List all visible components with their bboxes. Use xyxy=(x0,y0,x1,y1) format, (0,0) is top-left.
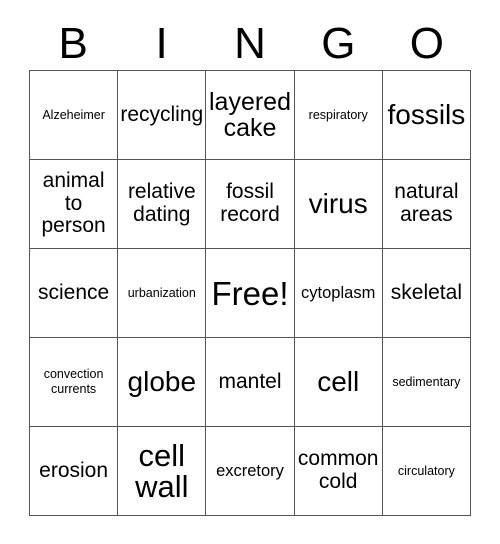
bingo-header-letter-g: G xyxy=(321,18,356,68)
bingo-cell-label: relative dating xyxy=(127,180,196,226)
bingo-cell-label: common cold xyxy=(297,447,379,493)
bingo-cell[interactable]: recycling xyxy=(118,71,207,160)
bingo-cell[interactable]: virus xyxy=(294,160,383,249)
bingo-cell[interactable]: globe xyxy=(118,338,207,427)
bingo-cell[interactable]: animal to person xyxy=(30,160,119,249)
bingo-cell-label: science xyxy=(37,280,110,304)
bingo-cell[interactable]: cell wall xyxy=(118,427,207,516)
bingo-cell[interactable]: fossil record xyxy=(206,160,295,249)
bingo-cell-label: animal to person xyxy=(41,168,106,238)
bingo-cell-label: circulatory xyxy=(397,463,455,478)
bingo-header-letter-o: O xyxy=(409,18,444,68)
bingo-cell[interactable]: convection currents xyxy=(30,338,119,427)
bingo-header: BINGO xyxy=(29,17,471,70)
bingo-cell[interactable]: circulatory xyxy=(382,427,471,516)
bingo-cell-label: fossil record xyxy=(220,180,280,226)
bingo-cell-label: recycling xyxy=(120,102,204,126)
bingo-cell-label: fossils xyxy=(387,98,466,130)
bingo-cell[interactable]: natural areas xyxy=(382,160,471,249)
bingo-cell-label: skeletal xyxy=(390,280,462,304)
bingo-cell[interactable]: science xyxy=(30,249,119,338)
bingo-cell-label: natural areas xyxy=(394,180,459,226)
bingo-cell-label: globe xyxy=(127,365,197,397)
bingo-cell-label: sedimentary xyxy=(392,374,461,389)
bingo-card: B I N G O Alzeheimer recycling layered cake res… xyxy=(0,0,500,544)
bingo-cell[interactable]: fossils xyxy=(382,71,471,160)
bingo-header-letter-n: N xyxy=(234,18,266,68)
bingo-cell[interactable]: cell xyxy=(294,338,383,427)
bingo-cell-label: convection currents xyxy=(43,367,104,396)
bingo-cell[interactable]: relative dating xyxy=(118,160,207,249)
bingo-cell-label: Free! xyxy=(211,274,289,312)
bingo-cell-label: layered cake xyxy=(208,88,291,142)
bingo-cell[interactable]: respiratory xyxy=(294,71,383,160)
bingo-header-letter-i: I xyxy=(155,18,168,68)
bingo-cell[interactable]: common cold xyxy=(294,427,383,516)
bingo-cell-label: virus xyxy=(308,187,368,219)
bingo-cell[interactable]: layered cake xyxy=(206,71,295,160)
bingo-grid: Alzeheimer recycling layered cake respirato… xyxy=(29,70,471,516)
bingo-free-cell[interactable]: Free! xyxy=(206,249,295,338)
bingo-cell[interactable]: urbanization xyxy=(118,249,207,338)
bingo-cell[interactable]: Alzeheimer xyxy=(30,71,119,160)
bingo-cell-label: erosion xyxy=(39,458,109,482)
bingo-cell-label: cell wall xyxy=(135,438,189,504)
bingo-cell[interactable]: sedimentary xyxy=(382,338,471,427)
bingo-cell-label: respiratory xyxy=(308,107,368,122)
bingo-cell[interactable]: skeletal xyxy=(382,249,471,338)
bingo-cell-label: Alzeheimer xyxy=(42,107,105,122)
bingo-cell-label: cytoplasm xyxy=(301,283,376,302)
bingo-cell-label: excretory xyxy=(216,461,284,480)
bingo-cell-label: urbanization xyxy=(127,285,196,300)
bingo-cell[interactable]: cytoplasm xyxy=(294,249,383,338)
bingo-cell[interactable]: erosion xyxy=(30,427,119,516)
bingo-cell[interactable]: excretory xyxy=(206,427,295,516)
bingo-cell-label: mantel xyxy=(218,369,282,393)
bingo-cell-label: cell xyxy=(317,365,360,397)
bingo-cell[interactable]: mantel xyxy=(206,338,295,427)
bingo-header-letter-b: B xyxy=(58,18,88,68)
